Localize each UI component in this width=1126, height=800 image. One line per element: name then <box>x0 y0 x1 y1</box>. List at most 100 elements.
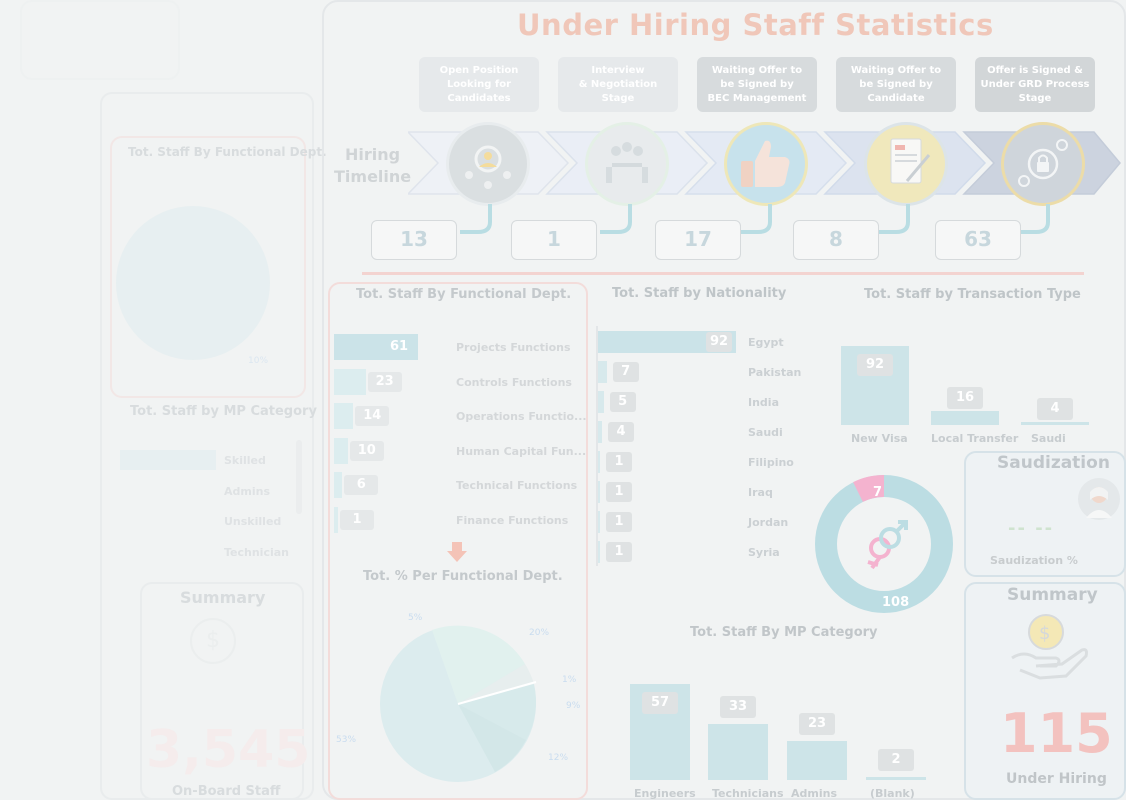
functional-label: Controls Functions <box>456 375 572 389</box>
page-title: Under Hiring Staff Statistics <box>517 8 994 42</box>
ghost-onboard-label: On-Board Staff <box>172 784 281 799</box>
ghost-mp-label: Skilled <box>224 454 266 467</box>
avatar-icon <box>1078 478 1120 520</box>
functional-value: 6 <box>344 475 379 495</box>
nationality-value: 1 <box>606 482 632 502</box>
nationality-label: Egypt <box>748 336 784 349</box>
nationality-value: 7 <box>612 362 639 382</box>
mp-category-label: Technicians <box>712 787 784 800</box>
stage-count-open: 13 <box>371 220 457 260</box>
nationality-label: Filipino <box>748 456 794 469</box>
functional-value: 1 <box>340 509 374 530</box>
functional-pct-title: Tot. % Per Functional Dept. <box>363 569 563 584</box>
pie-label: 1% <box>562 675 577 685</box>
transaction-bar <box>931 411 999 425</box>
nationality-value: 4 <box>608 422 635 442</box>
nationality-label: Pakistan <box>748 366 802 379</box>
signed-document-icon <box>864 122 948 206</box>
nationality-title: Tot. Staff by Nationality <box>612 286 787 301</box>
ghost-mp-title: Tot. Staff by MP Category <box>130 404 317 419</box>
ghost-onboard-value: 3,545 <box>146 720 311 780</box>
saudization-title: Saudization <box>997 453 1110 473</box>
divider <box>362 272 1084 275</box>
ghost-summary-title: Summary <box>180 588 266 607</box>
transaction-label: New Visa <box>851 432 908 445</box>
transaction-title: Tot. Staff by Transaction Type <box>864 287 1081 302</box>
stage-count-grd: 63 <box>935 220 1021 260</box>
stage-count-interview: 1 <box>511 220 597 260</box>
functional-dept-title: Tot. Staff By Functional Dept. <box>356 287 572 302</box>
gender-female-count: 7 <box>873 485 882 500</box>
functional-bar <box>334 506 338 533</box>
stage-count-candidate: 8 <box>793 220 879 260</box>
transaction-value: 4 <box>1037 397 1073 420</box>
functional-bar <box>334 368 366 395</box>
functional-value: 10 <box>349 440 384 461</box>
pie-label: 9% <box>566 701 581 711</box>
timeline-label: Hiring Timeline <box>334 145 412 186</box>
stage-box-candidate: Waiting Offer to be Signed by Candidate <box>836 57 956 112</box>
arrow-down-icon <box>447 542 467 562</box>
mp-category-value: 23 <box>799 713 835 736</box>
ghost-scrollbar <box>296 440 302 514</box>
mp-category-title: Tot. Staff By MP Category <box>690 625 878 640</box>
ghost-pie <box>116 206 270 360</box>
functional-value: 23 <box>367 371 402 392</box>
functional-label: Finance Functions <box>456 513 569 527</box>
saudization-value: -- -- <box>1008 518 1055 539</box>
ghost-pie-label: 10% <box>248 356 269 366</box>
functional-value: 61 <box>389 339 409 354</box>
transaction-label: Saudi <box>1031 432 1066 445</box>
ghost-dollar-icon: $ <box>190 618 236 664</box>
ghost-frame <box>20 0 180 80</box>
functional-label: Technical Functions <box>456 479 578 492</box>
functional-bar <box>334 437 348 464</box>
saudization-label: Saudization % <box>990 554 1078 567</box>
mp-category-label: (Blank) <box>870 787 915 800</box>
pie-label: 5% <box>408 613 423 623</box>
mp-category-label: Engineers <box>634 787 696 800</box>
mp-category-bar <box>787 741 847 780</box>
ghost-mp-label: Admins <box>224 485 270 498</box>
ghost-dept-title: Tot. Staff By Functional Dept. <box>128 145 327 159</box>
nationality-label: Jordan <box>748 516 789 529</box>
functional-value: 14 <box>355 406 390 426</box>
stage-count-bec: 17 <box>655 220 741 260</box>
functional-bar <box>334 472 343 498</box>
mp-category-value: 2 <box>878 748 914 771</box>
nationality-label: India <box>748 396 779 409</box>
stage-box-interview: Interview & Negotiation Stage <box>558 57 678 112</box>
ghost-mp-bar <box>120 450 216 470</box>
summary-title: Summary <box>1007 585 1098 605</box>
pie-label: 20% <box>529 628 549 638</box>
mp-category-bar <box>866 776 926 780</box>
functional-bar <box>334 403 354 429</box>
mp-category-value: 33 <box>720 696 756 719</box>
nationality-axis <box>596 326 598 566</box>
mp-category-bar <box>708 724 768 780</box>
gender-male-count: 108 <box>882 595 909 610</box>
dollar-hand-icon: $ <box>1010 610 1092 684</box>
stage-box-open: Open Position Looking for Candidates <box>419 57 539 112</box>
functional-label: Human Capital Fun... <box>456 444 587 458</box>
transaction-label: Local Transfer <box>931 432 1019 445</box>
lock-gear-icon <box>1001 122 1085 206</box>
pie-label: 53% <box>336 735 356 745</box>
transaction-bar <box>1021 421 1089 425</box>
nationality-label: Syria <box>748 546 780 559</box>
nationality-value: 92 <box>706 332 732 352</box>
thumbs-up-icon <box>724 122 808 206</box>
gender-icon <box>867 520 908 570</box>
nationality-value: 1 <box>606 452 632 472</box>
functional-pie-chart: 5% 20% 1% 9% 12% 53% <box>336 613 581 782</box>
mp-category-label: Admins <box>791 787 837 800</box>
under-hiring-value: 115 <box>1000 702 1113 765</box>
svg-text:$: $ <box>1039 623 1050 644</box>
mp-category-value: 57 <box>642 692 678 714</box>
nationality-value: 1 <box>606 512 632 532</box>
nationality-value: 1 <box>606 542 632 562</box>
stage-box-bec: Waiting Offer to be Signed by BEC Manageme… <box>697 57 817 112</box>
ghost-mp-label: Unskilled <box>224 515 282 528</box>
nationality-value: 5 <box>609 392 636 412</box>
transaction-value: 92 <box>857 354 893 376</box>
